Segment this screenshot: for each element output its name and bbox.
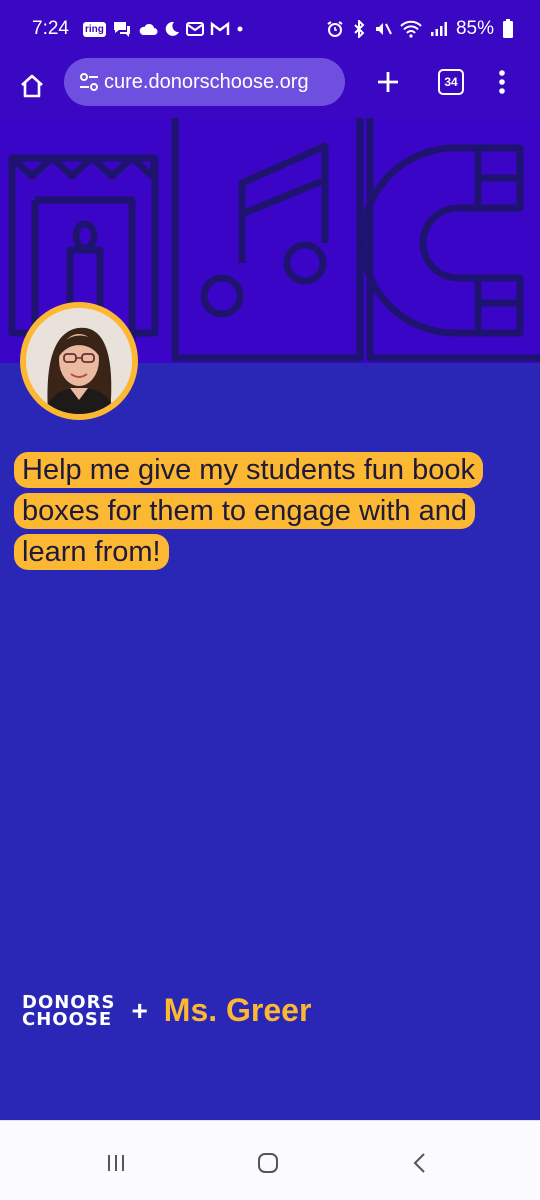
ring-app-icon: ring xyxy=(82,19,106,39)
home-button[interactable] xyxy=(14,68,50,104)
system-navigation-bar xyxy=(0,1120,540,1200)
recents-icon xyxy=(108,1155,124,1171)
bluetooth-icon xyxy=(352,19,366,39)
project-headline: Help me give my students fun book boxes … xyxy=(14,450,529,573)
chat-icon xyxy=(112,19,132,39)
back-chevron-icon xyxy=(413,1153,425,1173)
teacher-avatar xyxy=(20,302,138,420)
teacher-portrait-image xyxy=(26,308,132,414)
moon-icon xyxy=(164,19,180,39)
teacher-name: Ms. Greer xyxy=(163,992,312,1028)
status-left: 7:24 ring xyxy=(32,18,244,40)
url-text[interactable]: cure.donorschoose.org xyxy=(104,71,309,94)
battery-icon xyxy=(502,19,514,39)
url-bar[interactable]: cure.donorschoose.org xyxy=(64,58,345,106)
mute-icon xyxy=(374,19,392,39)
cloud-icon xyxy=(138,19,158,39)
new-tab-button[interactable] xyxy=(370,64,406,100)
alarm-icon xyxy=(326,19,344,39)
recents-button[interactable] xyxy=(96,1143,136,1183)
wifi-icon xyxy=(400,19,422,39)
project-headline-text: Help me give my students fun book boxes … xyxy=(14,452,483,570)
logo-line-1: DONORS xyxy=(22,991,116,1013)
site-settings-icon[interactable] xyxy=(76,69,102,95)
teacher-photo xyxy=(26,308,132,414)
more-vert-icon xyxy=(499,70,505,94)
status-time: 7:24 xyxy=(32,18,69,39)
back-button[interactable] xyxy=(400,1143,440,1183)
battery-percent: 85% xyxy=(455,18,494,39)
brand-line: DONORS CHOOSE + Ms. Greer xyxy=(22,992,311,1029)
home-circle-icon xyxy=(258,1153,278,1173)
signal-icon xyxy=(430,19,448,39)
donorschoose-logo: DONORS CHOOSE xyxy=(22,991,116,1030)
gmail-icon xyxy=(210,19,230,39)
status-bar: 7:24 ring 85% xyxy=(0,0,540,58)
mail-icon xyxy=(185,19,204,39)
dot-icon xyxy=(236,19,244,39)
status-right: 85% xyxy=(326,18,514,40)
plus-symbol: + xyxy=(131,994,148,1026)
home-nav-button[interactable] xyxy=(248,1143,288,1183)
plus-icon xyxy=(378,72,398,92)
tab-switcher-button[interactable]: 34 xyxy=(438,69,464,95)
home-icon xyxy=(21,74,43,98)
logo-line-2: CHOOSE xyxy=(22,1008,113,1030)
browser-toolbar: cure.donorschoose.org 34 xyxy=(0,58,540,118)
overflow-menu-button[interactable] xyxy=(488,64,516,100)
ring-label: ring xyxy=(82,21,106,37)
